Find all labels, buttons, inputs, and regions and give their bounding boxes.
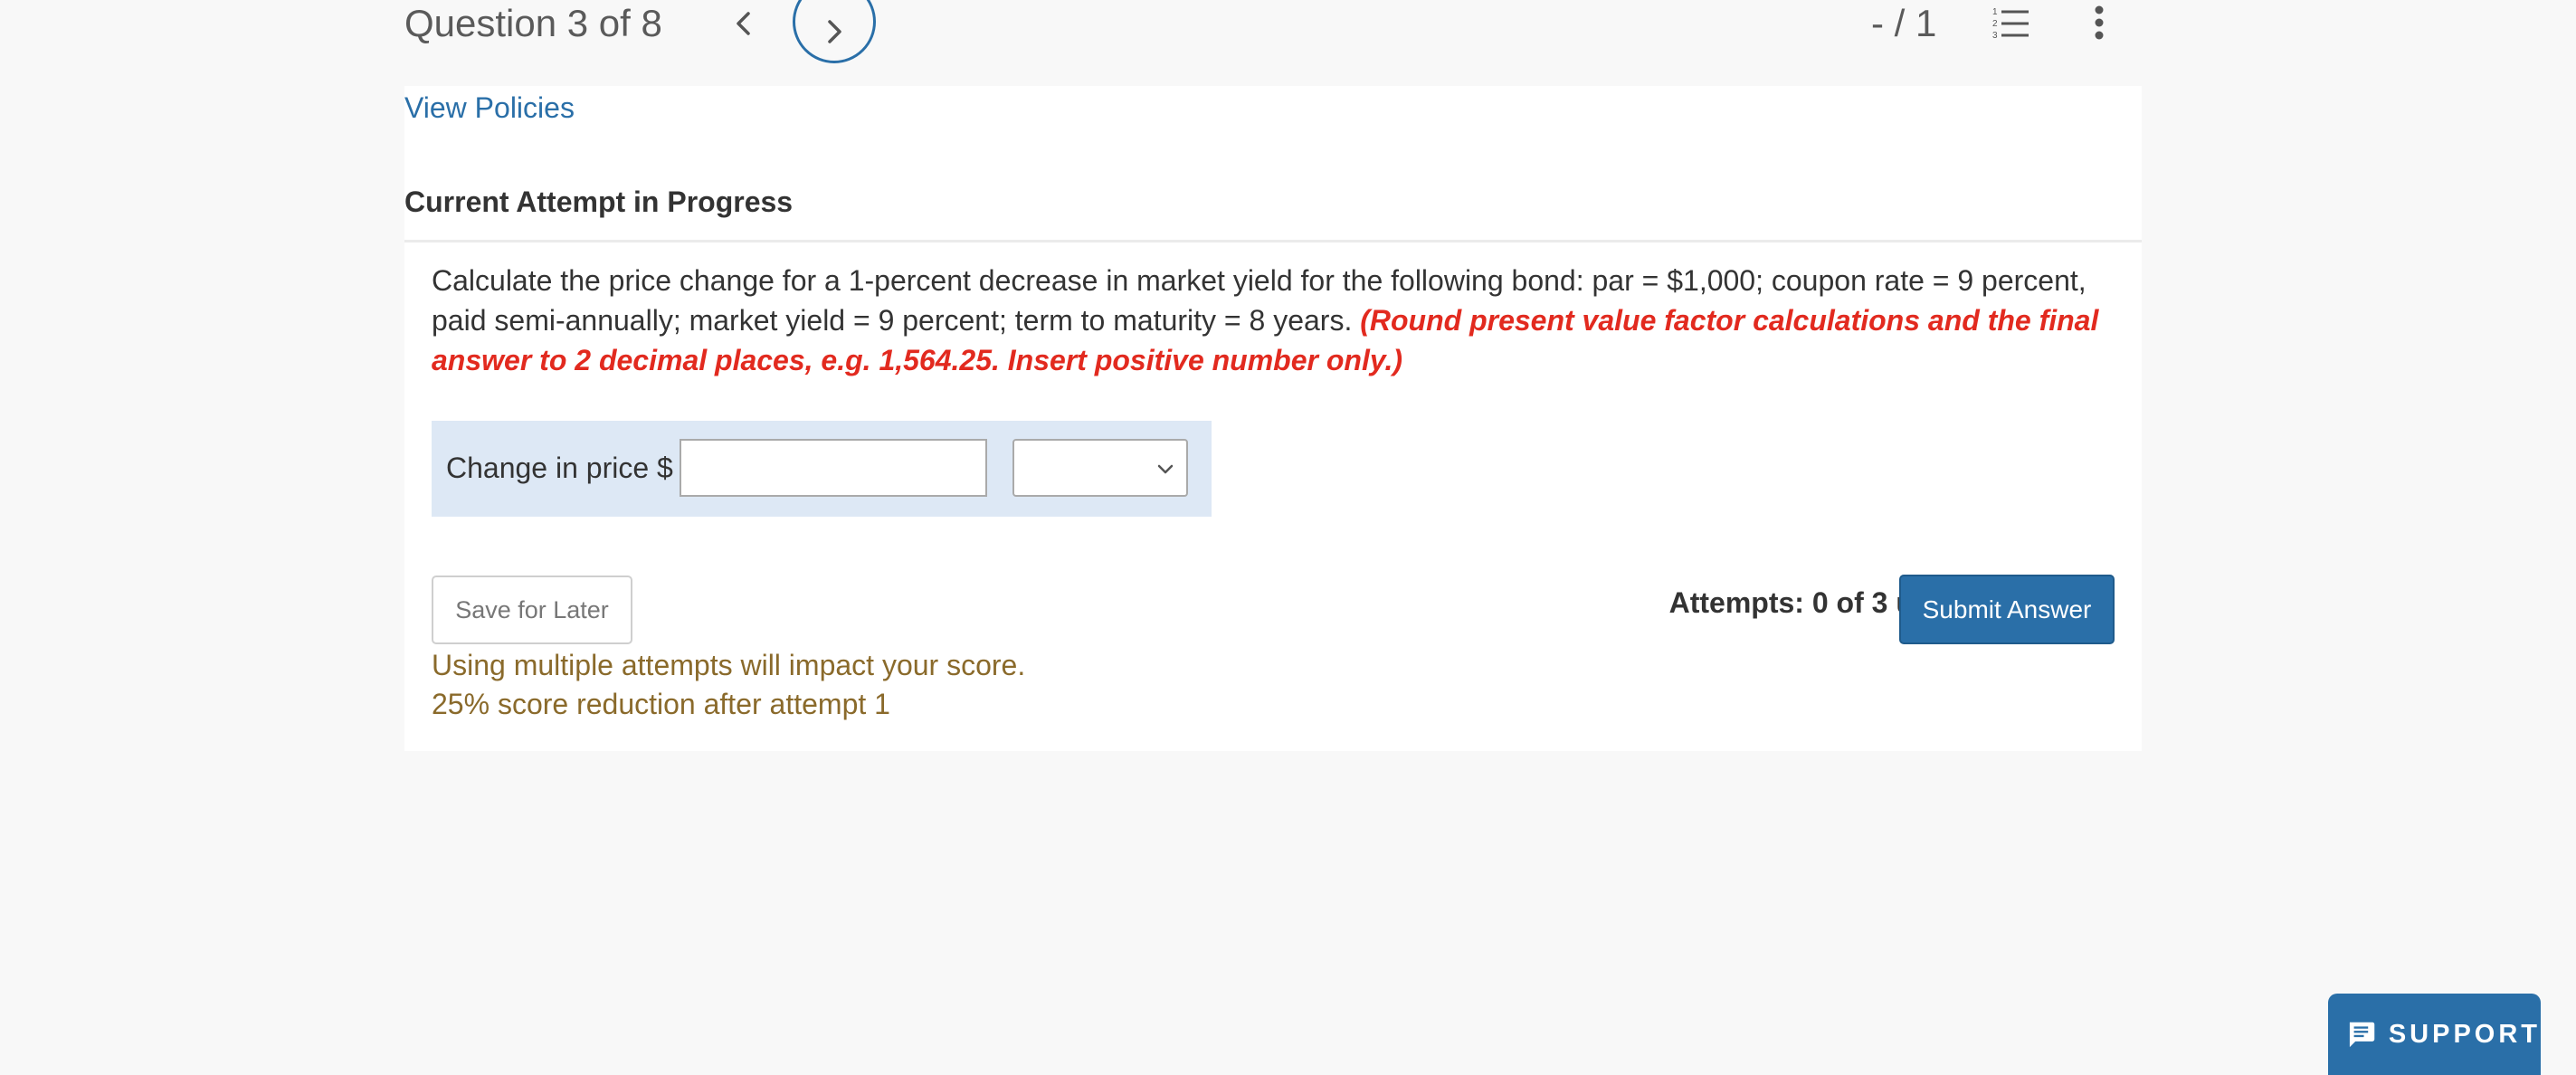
- score-reduction-note: 25% score reduction after attempt 1: [432, 688, 890, 720]
- section-divider: [404, 240, 2142, 243]
- change-in-price-input[interactable]: [680, 439, 987, 497]
- chat-bubble-icon: [2349, 1022, 2375, 1048]
- sign-select[interactable]: [1012, 439, 1188, 497]
- question-score: - / 1: [1871, 2, 1937, 44]
- question-text: Calculate the price change for a 1-perce…: [432, 261, 2133, 380]
- numbered-list-icon: 1 2 3: [1992, 7, 2029, 41]
- answer-row: Change in price $: [432, 421, 1212, 517]
- next-question-button[interactable]: [793, 0, 876, 63]
- question-header: Question 3 of 8 - / 1 1 2 3: [0, 0, 2576, 86]
- chevron-left-icon: [737, 12, 750, 35]
- question-list-button[interactable]: 1 2 3: [1991, 4, 2030, 43]
- submit-answer-button[interactable]: Submit Answer: [1899, 575, 2115, 644]
- attempts-warning: Using multiple attempts will impact your…: [432, 649, 1026, 681]
- chevron-right-icon: [828, 20, 841, 43]
- question-card: View Policies Current Attempt in Progres…: [404, 86, 2142, 751]
- svg-text:1: 1: [1992, 7, 1998, 17]
- svg-text:2: 2: [1992, 19, 1998, 29]
- support-button[interactable]: SUPPORT: [2328, 994, 2541, 1075]
- question-position: Question 3 of 8: [404, 2, 662, 44]
- chevron-down-icon: [1157, 464, 1174, 474]
- support-label: SUPPORT: [2388, 1019, 2541, 1049]
- more-options-button[interactable]: [2081, 4, 2117, 43]
- answer-label: Change in price $: [446, 452, 673, 484]
- previous-question-button[interactable]: [724, 4, 764, 43]
- more-vertical-icon: [2095, 5, 2104, 40]
- svg-text:3: 3: [1992, 31, 1998, 41]
- view-policies-link[interactable]: View Policies: [404, 86, 575, 129]
- save-for-later-button[interactable]: Save for Later: [432, 576, 632, 644]
- attempt-status-heading: Current Attempt in Progress: [404, 186, 794, 218]
